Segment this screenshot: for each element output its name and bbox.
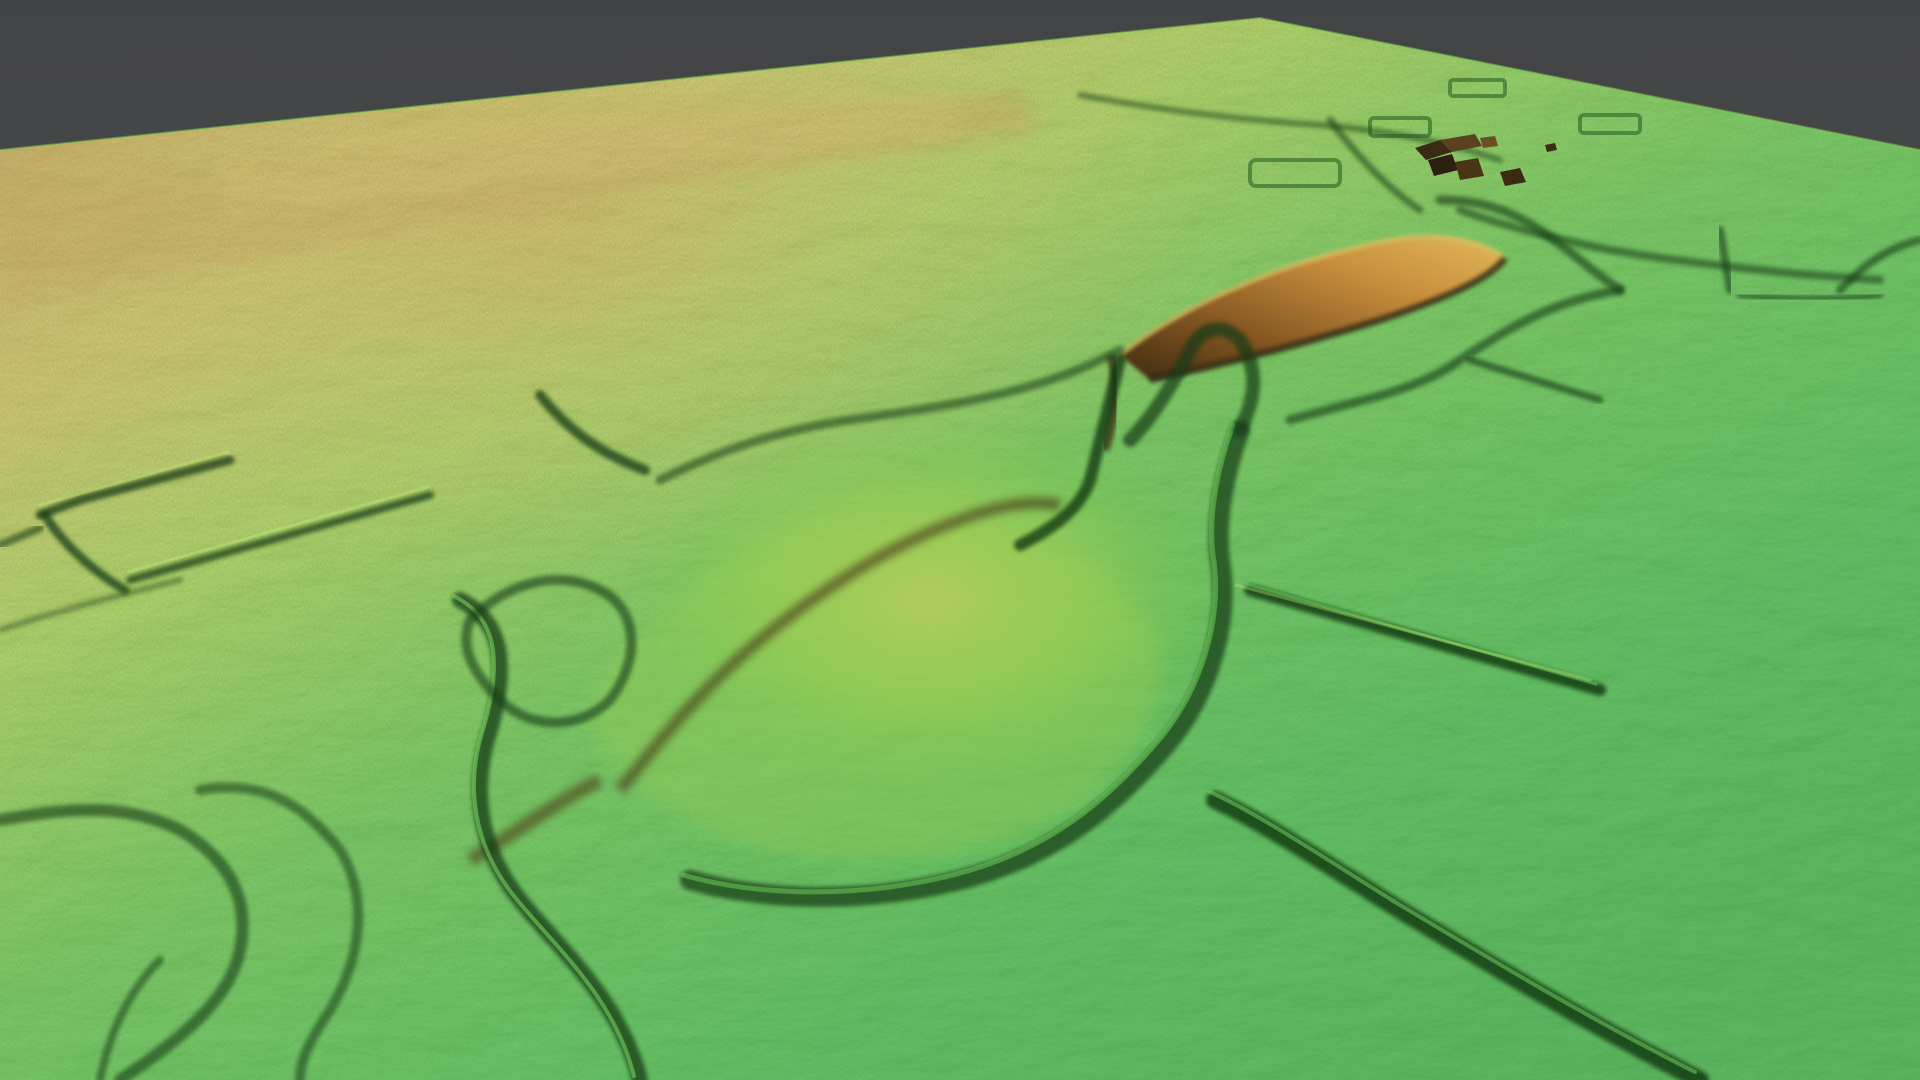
terrain-render	[0, 0, 1920, 1080]
terrain-viewport[interactable]	[0, 0, 1920, 1080]
terrain-surface-icon	[0, 18, 1920, 1080]
